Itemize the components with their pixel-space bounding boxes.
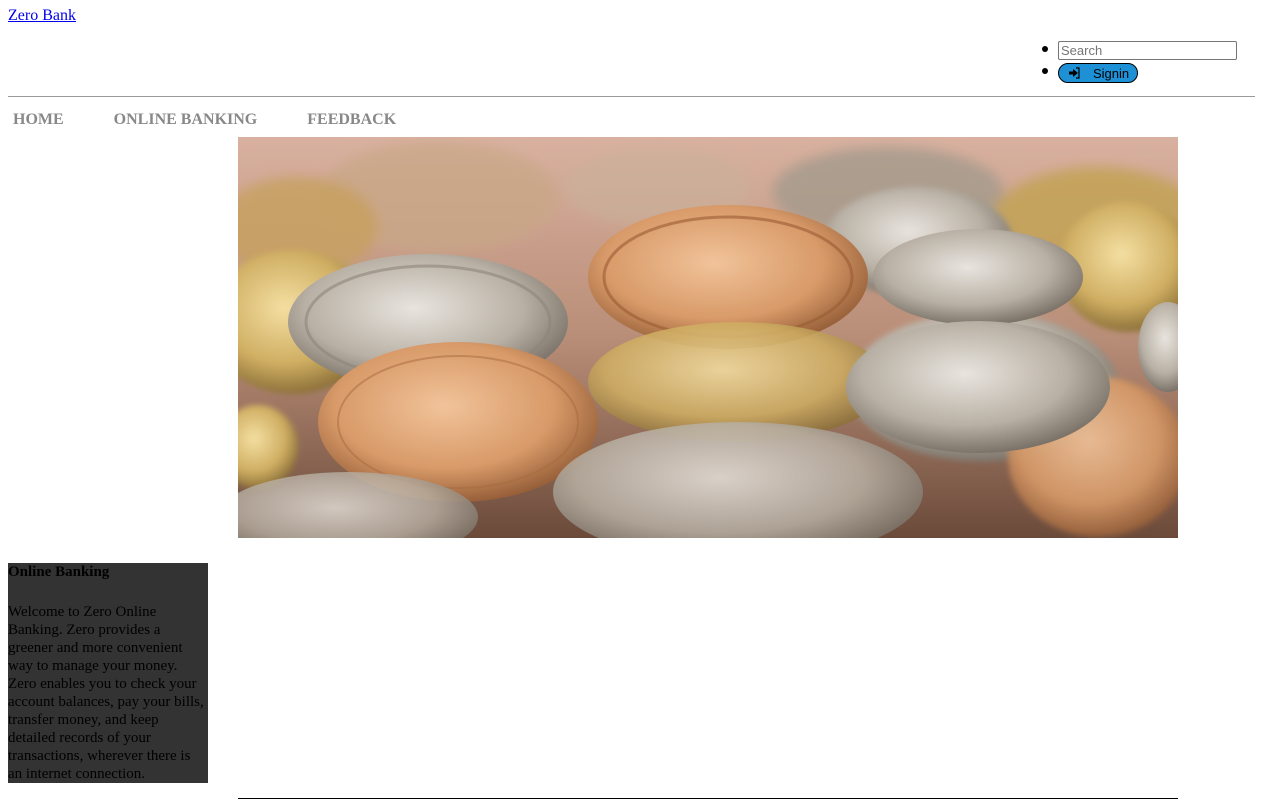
header-divider bbox=[8, 96, 1255, 97]
main-nav: HOME ONLINE BANKING FEEDBACK bbox=[13, 111, 396, 129]
footer-divider bbox=[238, 798, 1178, 799]
bullet-icon bbox=[1042, 68, 1048, 74]
search-input[interactable] bbox=[1058, 41, 1237, 60]
search-list-item bbox=[1040, 41, 1237, 63]
bullet-icon bbox=[1042, 46, 1048, 52]
signin-list-item: Signin bbox=[1040, 63, 1237, 85]
brand-link[interactable]: Zero Bank bbox=[8, 7, 76, 25]
panel-body: Welcome to Zero Online Banking. Zero pro… bbox=[8, 604, 204, 782]
hero-image bbox=[238, 137, 1178, 538]
nav-link-home[interactable]: HOME bbox=[13, 111, 64, 129]
panel-title: Online Banking bbox=[8, 564, 110, 580]
nav-item-home: HOME bbox=[13, 111, 64, 129]
nav-item-online-banking: ONLINE BANKING bbox=[114, 111, 258, 129]
nav-link-feedback[interactable]: FEEDBACK bbox=[307, 111, 396, 129]
signin-label: Signin bbox=[1093, 65, 1130, 81]
nav-item-feedback: FEEDBACK bbox=[307, 111, 396, 129]
signin-button[interactable]: Signin bbox=[1058, 63, 1138, 83]
signin-icon bbox=[1069, 67, 1080, 79]
nav-link-online-banking[interactable]: ONLINE BANKING bbox=[114, 111, 258, 129]
top-utility-list: Signin bbox=[1040, 41, 1237, 85]
coins-photo bbox=[238, 137, 1178, 538]
online-banking-panel: Online Banking Welcome to Zero Online Ba… bbox=[8, 563, 208, 783]
